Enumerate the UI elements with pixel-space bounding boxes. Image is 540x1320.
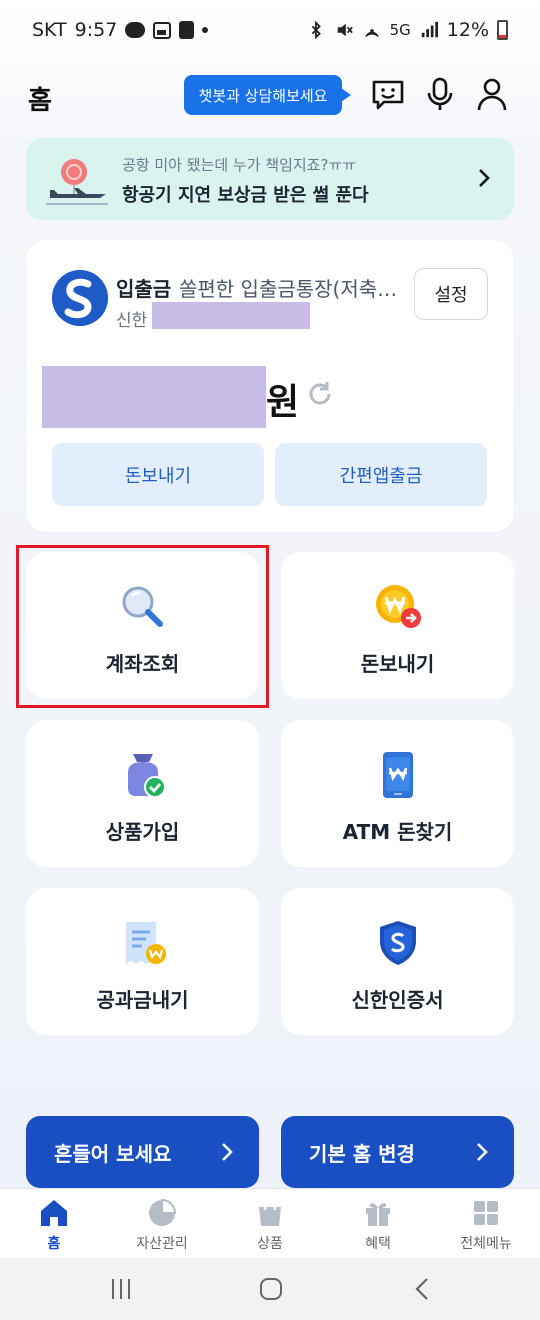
- home-system-icon[interactable]: [258, 1276, 284, 1302]
- balance-unit: 원: [266, 382, 300, 423]
- shopping-bag-icon: [259, 1198, 281, 1226]
- talk-notification-icon: [125, 22, 146, 38]
- nav-asset-management[interactable]: 자산관리: [108, 1189, 216, 1258]
- system-navigation-bar: [0, 1258, 540, 1320]
- pie-chart-icon: [149, 1198, 177, 1226]
- coin-transfer-icon: [375, 585, 421, 628]
- account-settings-button[interactable]: 설정: [414, 268, 488, 320]
- easy-app-withdraw-button[interactable]: 간편앱출금: [275, 443, 487, 506]
- tile-product-signup[interactable]: 상품가입: [26, 720, 259, 867]
- tile-label: ATM 돈찾기: [342, 820, 453, 844]
- shinhan-bank-logo: [52, 270, 108, 326]
- tile-label: 돈보내기: [360, 652, 435, 676]
- back-icon[interactable]: [412, 1276, 432, 1302]
- change-home-label: 기본 홈 변경: [309, 1141, 415, 1166]
- bank-name: 신한: [116, 311, 148, 331]
- chevron-right-icon: [479, 169, 490, 187]
- recent-apps-icon[interactable]: [108, 1276, 134, 1302]
- image-notification-icon: [153, 21, 172, 39]
- account-transfer-button[interactable]: 돈보내기: [52, 443, 264, 506]
- account-number-redaction: [152, 302, 310, 329]
- more-notifications-icon: [202, 27, 209, 33]
- tile-money-transfer[interactable]: 돈보내기: [281, 552, 514, 699]
- mute-icon: [337, 23, 353, 37]
- status-right: 5G 12%: [306, 19, 508, 41]
- banner-title: 항공기 지연 보상금 받은 썰 푼다: [122, 185, 369, 206]
- airplane-delay-icon: [46, 159, 108, 205]
- tile-shinhan-certificate[interactable]: 신한인증서: [281, 888, 514, 1035]
- nav-label: 자산관리: [136, 1236, 188, 1252]
- nav-products[interactable]: 상품: [216, 1189, 324, 1258]
- tile-atm-withdraw[interactable]: ATM 돈찾기: [281, 720, 514, 867]
- user-profile-icon[interactable]: [474, 76, 510, 112]
- chevron-right-icon: [477, 1143, 488, 1161]
- carrier: SKT: [32, 19, 67, 41]
- nav-home[interactable]: 홈: [0, 1189, 108, 1258]
- nav-label: 홈: [47, 1236, 61, 1252]
- chatbot-prompt-bubble[interactable]: 챗봇과 상담해보세요: [184, 75, 351, 115]
- highlight-annotation-box: [16, 545, 269, 708]
- receipt-icon: [125, 922, 166, 964]
- tile-label: 상품가입: [105, 820, 180, 844]
- battery-percent: 12%: [446, 19, 489, 41]
- chatbot-icon[interactable]: [370, 76, 406, 112]
- grid-icon: [474, 1201, 498, 1225]
- phone-atm-icon: [382, 752, 413, 798]
- nav-label: 전체메뉴: [460, 1236, 512, 1252]
- status-bar: SKT 9:57 5G 12%: [0, 0, 540, 60]
- money-bag-icon: [127, 754, 166, 798]
- microphone-icon[interactable]: [422, 76, 458, 112]
- account-name: 쏠편한 입출금통장(저축예금): [179, 277, 401, 301]
- gift-icon: [366, 1203, 390, 1226]
- tile-label: 공과금내기: [96, 988, 189, 1012]
- account-type: 입출금: [116, 277, 172, 301]
- nav-label: 혜택: [365, 1236, 391, 1252]
- hotspot-icon: [364, 29, 379, 38]
- bluetooth-icon: [311, 21, 321, 39]
- home-icon: [41, 1200, 67, 1226]
- tile-utility-bill-payment[interactable]: 공과금내기: [26, 888, 259, 1035]
- nav-benefits[interactable]: 혜택: [324, 1189, 432, 1258]
- promo-banner[interactable]: 공항 미아 됐는데 누가 책임지죠?ㅠㅠ 항공기 지연 보상금 받은 썰 푼다: [26, 138, 514, 220]
- shake-button-label: 흔들어 보세요: [54, 1141, 172, 1166]
- app-header: 홈 챗봇과 상담해보세요: [0, 62, 540, 132]
- clock: 9:57: [74, 19, 118, 41]
- nav-all-menu[interactable]: 전체메뉴: [432, 1189, 540, 1258]
- battery-icon: [497, 20, 508, 40]
- account-card[interactable]: 입출금 쏠편한 입출금통장(저축예금) 신한 설정 원 돈보내기 간편앱출금: [26, 240, 514, 532]
- page-title: 홈: [28, 86, 52, 116]
- alert-notification-icon: [179, 21, 195, 39]
- bottom-navigation: 홈 자산관리 상품 혜택 전체메뉴: [0, 1188, 540, 1258]
- network-type: 5G: [389, 21, 411, 39]
- refresh-icon[interactable]: [306, 380, 334, 408]
- tile-label: 신한인증서: [351, 988, 444, 1012]
- nav-label: 상품: [257, 1236, 283, 1252]
- signal-icon: [421, 21, 438, 38]
- status-left: SKT 9:57: [32, 19, 209, 41]
- chevron-right-icon: [222, 1143, 233, 1161]
- banner-subtitle: 공항 미아 됐는데 누가 책임지죠?ㅠㅠ: [122, 156, 357, 174]
- balance-redaction: [42, 366, 266, 428]
- change-default-home-button[interactable]: 기본 홈 변경: [281, 1116, 514, 1188]
- shake-button[interactable]: 흔들어 보세요: [26, 1116, 259, 1188]
- shield-icon: [379, 921, 416, 965]
